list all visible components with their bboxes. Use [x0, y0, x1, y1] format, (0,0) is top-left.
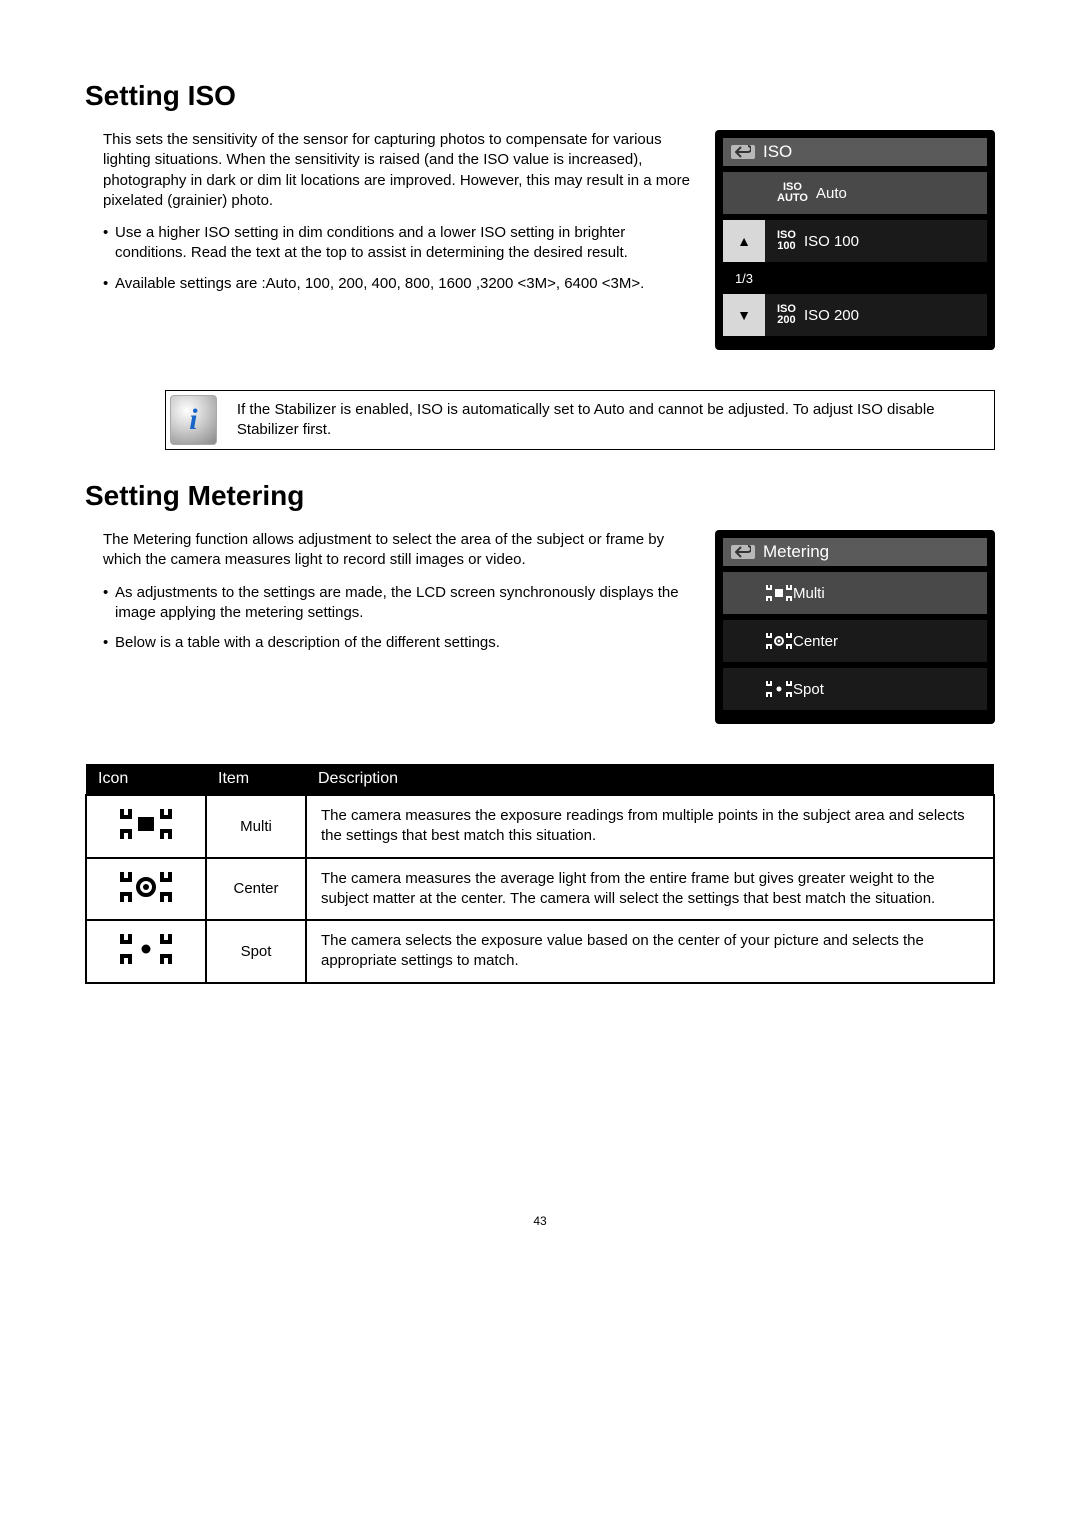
iso-text-column: This sets the sensitivity of the sensor …	[85, 130, 695, 350]
metering-multi-icon	[765, 584, 793, 602]
metering-spot-icon	[765, 680, 793, 698]
metering-multi-icon	[120, 807, 172, 845]
metering-bullet: Below is a table with a description of t…	[103, 633, 695, 653]
metering-menu-item[interactable]: Multi	[723, 572, 987, 614]
metering-description-table: Icon Item Description Multi The camera m…	[85, 764, 995, 984]
metering-menu-title: Metering	[763, 542, 829, 562]
metering-menu-item-label: Multi	[793, 585, 825, 602]
table-row: Spot The camera selects the exposure val…	[86, 920, 994, 983]
table-description: The camera measures the average light fr…	[306, 858, 994, 921]
metering-menu-item-label: Spot	[793, 681, 824, 698]
iso-menu-item[interactable]: ISO AUTO Auto	[723, 172, 987, 214]
metering-center-icon	[765, 632, 793, 650]
iso-100-icon: ISO 100	[777, 230, 796, 252]
metering-center-icon	[120, 870, 172, 908]
metering-menu-item[interactable]: Spot	[723, 668, 987, 710]
metering-spot-icon	[120, 932, 172, 970]
section-setting-metering: Setting Metering The Metering function a…	[85, 480, 995, 724]
iso-menu-page-row: 1/3	[723, 268, 987, 288]
down-arrow-button[interactable]: ▼	[723, 294, 765, 336]
iso-menu-item[interactable]: ▲ ISO 100 ISO 100	[723, 220, 987, 262]
iso-bullet-list: Use a higher ISO setting in dim conditio…	[103, 223, 695, 294]
metering-menu-item-label: Center	[793, 633, 838, 650]
iso-bullet: Available settings are :Auto, 100, 200, …	[103, 274, 695, 294]
table-item: Spot	[206, 920, 306, 983]
iso-bullet: Use a higher ISO setting in dim conditio…	[103, 223, 695, 264]
page-number: 43	[85, 1214, 995, 1228]
metering-menu-lcd: Metering Multi Ce	[715, 530, 995, 724]
metering-intro: The Metering function allows adjustment …	[103, 530, 695, 571]
iso-menu-item-label: Auto	[816, 185, 847, 202]
info-note-text: If the Stabilizer is enabled, ISO is aut…	[237, 400, 982, 441]
table-row: Center The camera measures the average l…	[86, 858, 994, 921]
table-row: Multi The camera measures the exposure r…	[86, 795, 994, 858]
metering-menu-header: Metering	[723, 538, 987, 566]
table-item: Center	[206, 858, 306, 921]
table-item: Multi	[206, 795, 306, 858]
section-setting-iso: Setting ISO This sets the sensitivity of…	[85, 80, 995, 350]
iso-menu-item-label: ISO 100	[804, 233, 859, 250]
metering-bullet-list: As adjustments to the settings are made,…	[103, 583, 695, 654]
up-arrow-button[interactable]: ▲	[723, 220, 765, 262]
metering-menu-item[interactable]: Center	[723, 620, 987, 662]
back-icon[interactable]	[731, 545, 755, 559]
table-description: The camera measures the exposure reading…	[306, 795, 994, 858]
iso-menu-item[interactable]: ▼ ISO 200 ISO 200	[723, 294, 987, 336]
back-icon[interactable]	[731, 145, 755, 159]
table-description: The camera selects the exposure value ba…	[306, 920, 994, 983]
metering-text-column: The Metering function allows adjustment …	[85, 530, 695, 724]
iso-menu-item-label: ISO 200	[804, 307, 859, 324]
iso-200-icon: ISO 200	[777, 304, 796, 326]
iso-menu-header: ISO	[723, 138, 987, 166]
table-header-icon: Icon	[86, 764, 206, 795]
info-icon: i	[170, 395, 217, 445]
info-note-box: i If the Stabilizer is enabled, ISO is a…	[165, 390, 995, 450]
metering-bullet: As adjustments to the settings are made,…	[103, 583, 695, 624]
iso-menu-lcd: ISO ISO AUTO Auto ▲ ISO	[715, 130, 995, 350]
iso-auto-icon: ISO AUTO	[777, 182, 808, 204]
heading-metering: Setting Metering	[85, 480, 995, 512]
page-indicator: 1/3	[723, 268, 765, 288]
table-header-item: Item	[206, 764, 306, 795]
iso-intro: This sets the sensitivity of the sensor …	[103, 130, 695, 211]
table-header-description: Description	[306, 764, 994, 795]
iso-menu-title: ISO	[763, 142, 792, 162]
heading-iso: Setting ISO	[85, 80, 995, 112]
